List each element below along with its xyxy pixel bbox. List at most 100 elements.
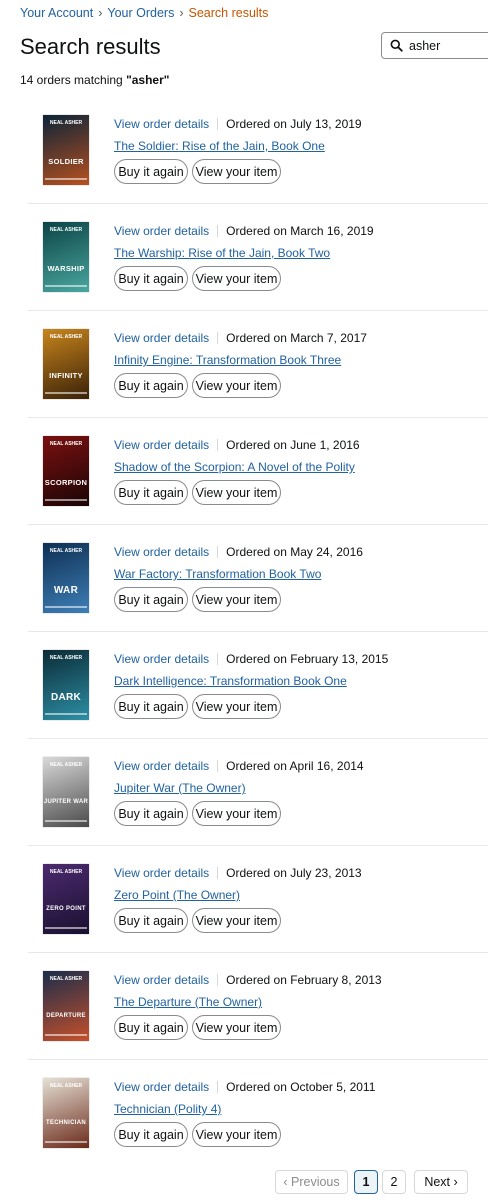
search-input[interactable] [409, 38, 488, 53]
cover-author: NEAL ASHER [49, 441, 83, 447]
view-item-button[interactable]: View your item [192, 1015, 281, 1040]
breadcrumb-separator: › [98, 6, 103, 20]
cover-title: SCORPION [44, 478, 88, 487]
view-order-details-link[interactable]: View order details [114, 545, 209, 559]
previous-label: Previous [291, 1175, 340, 1189]
view-item-button[interactable]: View your item [192, 801, 281, 826]
item-title-link[interactable]: Dark Intelligence: Transformation Book O… [114, 674, 347, 688]
item-title-link[interactable]: The Soldier: Rise of the Jain, Book One [114, 139, 325, 153]
buy-again-button[interactable]: Buy it again [114, 480, 188, 505]
cover-author: NEAL ASHER [49, 762, 83, 768]
cover-title: INFINITY [49, 371, 83, 380]
meta-divider [217, 332, 219, 344]
meta-divider [217, 546, 219, 558]
cover-author: NEAL ASHER [49, 1083, 83, 1089]
view-order-details-link[interactable]: View order details [114, 331, 209, 345]
book-cover-image[interactable]: NEAL ASHER DEPARTURE [43, 971, 89, 1041]
view-order-details-link[interactable]: View order details [114, 438, 209, 452]
meta-divider [217, 439, 219, 451]
book-cover-image[interactable]: NEAL ASHER WAR [43, 543, 89, 613]
breadcrumb-your-account[interactable]: Your Account [20, 6, 93, 20]
next-page-button[interactable]: Next › [414, 1170, 468, 1194]
view-item-button[interactable]: View your item [192, 373, 281, 398]
order-date: Ordered on March 7, 2017 [226, 331, 367, 345]
item-title-link[interactable]: Zero Point (The Owner) [114, 888, 240, 902]
book-cover-image[interactable]: NEAL ASHER INFINITY [43, 329, 89, 399]
cover-author: NEAL ASHER [49, 227, 83, 233]
book-cover-image[interactable]: NEAL ASHER TECHNICIAN [43, 1078, 89, 1148]
cover-strip [45, 285, 87, 287]
cover-strip [45, 713, 87, 715]
item-title-link[interactable]: The Warship: Rise of the Jain, Book Two [114, 246, 330, 260]
cover-author: NEAL ASHER [49, 869, 83, 875]
cover-author: NEAL ASHER [49, 976, 83, 982]
buy-again-button[interactable]: Buy it again [114, 373, 188, 398]
chevron-left-icon: ‹ [283, 1175, 291, 1189]
cover-author: NEAL ASHER [49, 655, 83, 661]
page-1-button[interactable]: 1 [354, 1170, 378, 1194]
view-order-details-link[interactable]: View order details [114, 1080, 209, 1094]
cover-title: WAR [53, 585, 79, 596]
view-order-details-link[interactable]: View order details [114, 759, 209, 773]
item-title-link[interactable]: The Departure (The Owner) [114, 995, 262, 1009]
buy-again-button[interactable]: Buy it again [114, 266, 188, 291]
chevron-right-icon: › [450, 1175, 458, 1189]
cover-strip [45, 1034, 87, 1036]
breadcrumb-your-orders[interactable]: Your Orders [107, 6, 174, 20]
view-item-button[interactable]: View your item [192, 694, 281, 719]
buy-again-button[interactable]: Buy it again [114, 908, 188, 933]
view-order-details-link[interactable]: View order details [114, 866, 209, 880]
view-item-button[interactable]: View your item [192, 159, 281, 184]
order-meta: View order details Ordered on February 13… [114, 652, 388, 666]
book-cover-image[interactable]: NEAL ASHER WARSHIP [43, 222, 89, 292]
view-item-button[interactable]: View your item [192, 480, 281, 505]
cover-author: NEAL ASHER [49, 334, 83, 340]
order-search-box[interactable] [381, 32, 488, 59]
meta-divider [217, 118, 219, 130]
order-date: Ordered on February 8, 2013 [226, 973, 382, 987]
match-count-query: "asher" [126, 73, 170, 87]
buy-again-button[interactable]: Buy it again [114, 587, 188, 612]
view-item-button[interactable]: View your item [192, 908, 281, 933]
order-card: NEAL ASHER WAR View order details Ordered o… [28, 525, 488, 632]
item-title-link[interactable]: Infinity Engine: Transformation Book Thr… [114, 353, 341, 367]
view-order-details-link[interactable]: View order details [114, 117, 209, 131]
view-order-details-link[interactable]: View order details [114, 652, 209, 666]
order-card: NEAL ASHER INFINITY View order details Orde… [28, 311, 488, 418]
book-cover-image[interactable]: NEAL ASHER ZERO POINT [43, 864, 89, 934]
order-date: Ordered on March 16, 2019 [226, 224, 374, 238]
match-count: 14 orders matching "asher" [20, 73, 169, 87]
meta-divider [217, 225, 219, 237]
view-order-details-link[interactable]: View order details [114, 224, 209, 238]
item-title-link[interactable]: Jupiter War (The Owner) [114, 781, 246, 795]
book-cover-image[interactable]: NEAL ASHER JUPITER WAR [43, 757, 89, 827]
item-title-link[interactable]: War Factory: Transformation Book Two [114, 567, 321, 581]
order-card: NEAL ASHER SCORPION View order details Orde… [28, 418, 488, 525]
buy-again-button[interactable]: Buy it again [114, 159, 188, 184]
buy-again-button[interactable]: Buy it again [114, 1015, 188, 1040]
view-item-button[interactable]: View your item [192, 1122, 281, 1147]
cover-title: DARK [50, 692, 82, 703]
page-2-button[interactable]: 2 [382, 1170, 406, 1194]
book-cover-image[interactable]: NEAL ASHER DARK [43, 650, 89, 720]
item-title-link[interactable]: Shadow of the Scorpion: A Novel of the P… [114, 460, 355, 474]
next-label: Next [424, 1175, 451, 1189]
view-item-button[interactable]: View your item [192, 266, 281, 291]
meta-divider [217, 1081, 219, 1093]
buy-again-button[interactable]: Buy it again [114, 801, 188, 826]
view-item-button[interactable]: View your item [192, 587, 281, 612]
view-order-details-link[interactable]: View order details [114, 973, 209, 987]
order-card: NEAL ASHER WARSHIP View order details Order… [28, 204, 488, 311]
order-meta: View order details Ordered on May 24, 201… [114, 545, 363, 559]
buy-again-button[interactable]: Buy it again [114, 694, 188, 719]
order-meta: View order details Ordered on October 5, … [114, 1080, 375, 1094]
previous-page-button[interactable]: ‹ Previous [275, 1170, 348, 1194]
order-date: Ordered on June 1, 2016 [226, 438, 360, 452]
breadcrumb: Your Account › Your Orders › Search results [20, 6, 268, 20]
match-count-text: 14 orders matching [20, 73, 127, 87]
order-meta: View order details Ordered on July 23, 20… [114, 866, 362, 880]
item-title-link[interactable]: Technician (Polity 4) [114, 1102, 221, 1116]
book-cover-image[interactable]: NEAL ASHER SOLDIER [43, 115, 89, 185]
buy-again-button[interactable]: Buy it again [114, 1122, 188, 1147]
book-cover-image[interactable]: NEAL ASHER SCORPION [43, 436, 89, 506]
